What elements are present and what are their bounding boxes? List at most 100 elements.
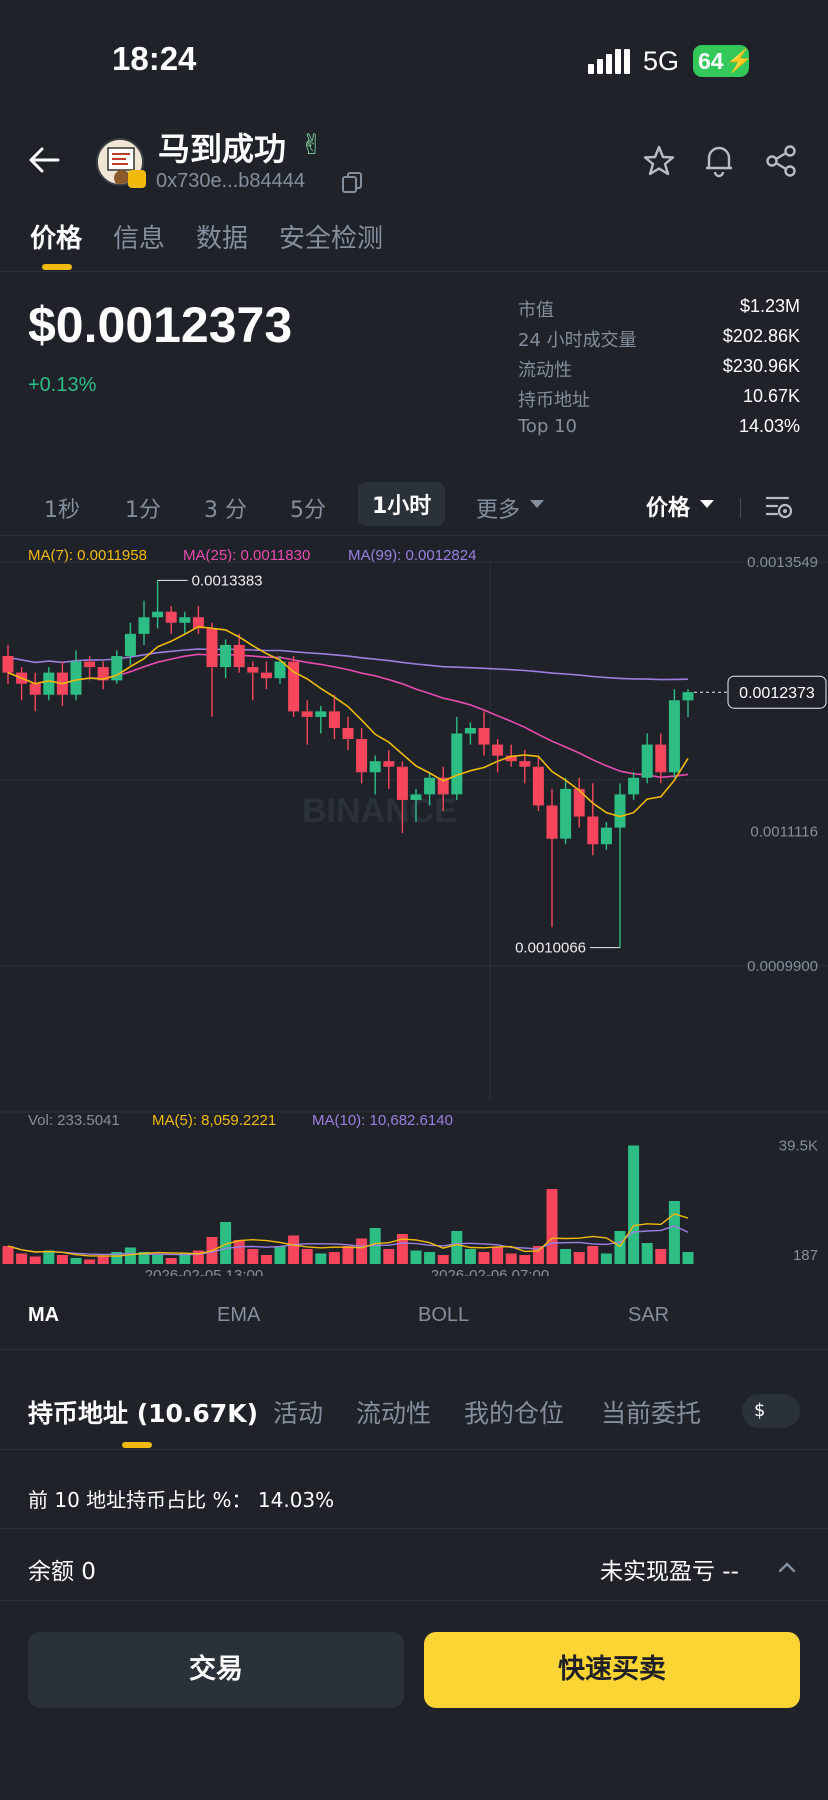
volume-bar <box>614 1231 626 1264</box>
indicator-ema[interactable]: EMA <box>217 1304 260 1327</box>
volume-bar <box>464 1249 476 1264</box>
stat-label: 24 小时成交量 <box>518 330 637 351</box>
interval-more[interactable]: 更多 <box>476 492 520 524</box>
copy-icon[interactable] <box>340 170 364 194</box>
volume-bar <box>43 1250 55 1264</box>
candle <box>424 777 436 795</box>
volume-bar <box>546 1189 558 1264</box>
price-chart[interactable]: MA(7): 0.0011958 MA(25): 0.0011830 MA(99… <box>0 540 828 1276</box>
tab-my-positions[interactable]: 我的仓位 <box>464 1394 564 1430</box>
active-tab-indicator <box>122 1442 152 1448</box>
x-tick-label: 2026-02-05 13:00 <box>145 1267 263 1276</box>
candle <box>587 816 599 845</box>
binance-watermark: BINANCE <box>302 792 457 830</box>
candle <box>247 667 259 673</box>
bell-icon[interactable] <box>702 142 736 178</box>
tab-holders[interactable]: 持币地址 (10.67K) <box>28 1394 258 1430</box>
volume-bar <box>165 1258 177 1264</box>
chart-settings-icon[interactable] <box>764 492 794 522</box>
candle <box>614 794 626 828</box>
tab-open-orders[interactable]: 当前委托 <box>601 1394 701 1430</box>
volume-bar <box>152 1255 164 1264</box>
volume-bar <box>274 1246 286 1264</box>
stat-top10: Top 10 14.03% <box>518 416 800 446</box>
volume-bar <box>356 1238 368 1264</box>
tab-activity[interactable]: 活动 <box>273 1394 323 1430</box>
candle <box>410 794 422 800</box>
stat-value: $1.23M <box>739 296 800 316</box>
divider <box>0 1528 828 1529</box>
share-icon[interactable] <box>764 144 798 178</box>
contract-address: 0x730e...b84444 <box>156 170 306 192</box>
candle <box>233 644 245 668</box>
tab-price[interactable]: 价格 <box>30 218 82 255</box>
stat-value: 10.67K <box>742 386 800 406</box>
volume-bar <box>682 1252 694 1264</box>
volume-bar <box>587 1246 599 1264</box>
tab-info[interactable]: 信息 <box>113 218 165 255</box>
holder-tabs: 持币地址 (10.67K) 活动 流动性 我的仓位 当前委托 $ <box>0 1378 828 1450</box>
volume-bar <box>383 1249 395 1264</box>
quick-trade-button[interactable]: 快速买卖 <box>424 1632 800 1708</box>
token-name: 马到成功 <box>158 130 287 168</box>
volume-bar <box>328 1252 340 1264</box>
ok-hand-icon: ✌ <box>300 128 324 161</box>
market-stats: 市值 $1.23M 24 小时成交量 $202.86K 流动性 $230.96K 持币… <box>518 296 800 446</box>
indicator-boll[interactable]: BOLL <box>418 1304 469 1327</box>
volume-bar <box>301 1249 313 1264</box>
chevron-up-icon[interactable] <box>776 1556 798 1578</box>
top10-share: 前 10 地址持币占比 %： 14.03% <box>28 1484 334 1513</box>
stat-value: $202.86K <box>722 326 800 346</box>
volume-bar <box>260 1255 272 1264</box>
interval-5m[interactable]: 5分 <box>290 492 326 524</box>
volume-tick-label: 187 <box>793 1247 818 1264</box>
volume-tick-label: 39.5K <box>779 1138 818 1155</box>
tab-data[interactable]: 数据 <box>196 218 248 255</box>
candle <box>532 766 544 806</box>
candle <box>301 711 313 717</box>
chevron-down-icon <box>530 500 544 508</box>
interval-1m[interactable]: 1分 <box>125 492 161 524</box>
stat-volume-24h: 24 小时成交量 $202.86K <box>518 326 800 356</box>
volume-bar <box>519 1255 531 1264</box>
price-change: +0.13% <box>28 374 97 396</box>
price-mode-select[interactable]: 价格 <box>646 490 690 522</box>
low-price-label: 0.0010066 <box>515 940 586 957</box>
trade-button[interactable]: 交易 <box>28 1632 404 1708</box>
candle <box>641 744 653 778</box>
tab-liquidity[interactable]: 流动性 <box>356 1394 431 1430</box>
currency-toggle[interactable]: $ <box>742 1394 800 1428</box>
candle <box>165 611 177 623</box>
indicator-ma[interactable]: MA <box>28 1304 59 1327</box>
x-tick-label: 2026-02-06 07:00 <box>431 1267 549 1276</box>
candle <box>342 727 354 740</box>
volume-ma5-legend: MA(5): 8,059.2221 <box>152 1112 276 1129</box>
candle <box>383 761 395 767</box>
unrealized-pnl[interactable]: 未实现盈亏 -- <box>600 1552 739 1586</box>
candle <box>220 644 232 668</box>
top10-label: 前 10 地址持币占比 %： <box>28 1488 252 1512</box>
ma7-legend: MA(7): 0.0011958 <box>28 547 147 564</box>
star-icon[interactable] <box>642 144 676 178</box>
volume-bar <box>233 1240 245 1264</box>
back-arrow-icon[interactable] <box>24 140 64 180</box>
interval-1h[interactable]: 1小时 <box>358 482 446 526</box>
tab-security[interactable]: 安全检测 <box>279 218 383 255</box>
last-price-label: 0.0012373 <box>739 685 815 702</box>
volume-bar <box>70 1258 82 1264</box>
candle <box>179 617 191 623</box>
volume-bar <box>628 1145 640 1264</box>
candle <box>682 692 694 701</box>
volume-bar <box>56 1255 68 1264</box>
interval-1s[interactable]: 1秒 <box>44 492 80 524</box>
candle <box>84 661 96 668</box>
interval-3m[interactable]: 3 分 <box>204 492 247 524</box>
ma99-line <box>7 648 689 681</box>
volume-bar <box>247 1249 259 1264</box>
indicator-sar[interactable]: SAR <box>628 1304 669 1327</box>
volume-bar <box>84 1259 96 1264</box>
candle <box>492 744 504 756</box>
volume-bar <box>342 1246 354 1264</box>
stat-liquidity: 流动性 $230.96K <box>518 356 800 386</box>
stat-market-cap: 市值 $1.23M <box>518 296 800 326</box>
